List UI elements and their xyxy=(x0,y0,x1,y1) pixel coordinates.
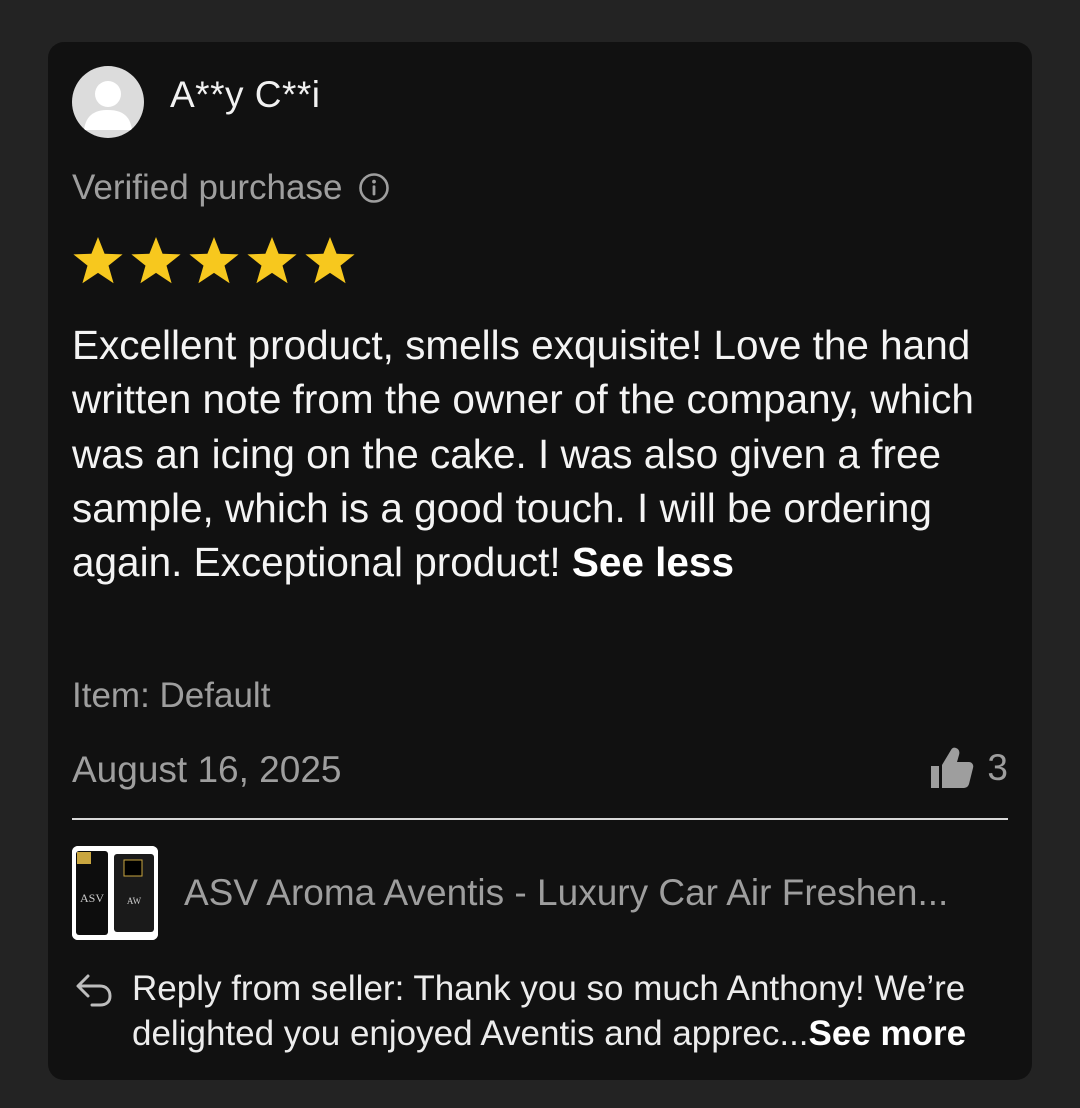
product-image-brand-small: AW xyxy=(127,896,142,906)
default-user-avatar-icon xyxy=(84,81,132,130)
review-body-text: Excellent product, smells exquisite! Lov… xyxy=(72,322,974,586)
product-image-brand: ASV xyxy=(80,891,104,905)
see-less-link[interactable]: See less xyxy=(572,539,734,585)
reviewer-name: A**y C**i xyxy=(170,74,321,115)
product-thumbnail[interactable]: ASV AW xyxy=(72,846,158,940)
product-image: ASV AW xyxy=(72,846,158,940)
star-icon xyxy=(73,237,123,284)
star-icon xyxy=(189,237,239,284)
star-icon xyxy=(247,237,297,284)
thumbs-up-icon xyxy=(931,747,974,788)
review-card: A**y C**i Verified purchase Excellent pr… xyxy=(48,42,1032,1080)
helpful-button[interactable]: 3 xyxy=(929,746,1008,790)
reply-arrow-icon xyxy=(76,974,112,1007)
verified-purchase[interactable]: Verified purchase xyxy=(72,166,390,210)
review-body: Excellent product, smells exquisite! Lov… xyxy=(72,318,1017,589)
star-icon xyxy=(131,237,181,284)
verified-purchase-label: Verified purchase xyxy=(72,168,343,207)
star-rating xyxy=(70,234,358,288)
info-circle-icon[interactable] xyxy=(358,172,390,204)
product-title-link[interactable]: ASV Aroma Aventis - Luxury Car Air Fresh… xyxy=(184,870,1004,916)
star-icon xyxy=(305,237,355,284)
avatar xyxy=(72,66,144,138)
seller-reply: Reply from seller: Thank you so much Ant… xyxy=(132,966,1012,1056)
review-date: August 16, 2025 xyxy=(72,749,342,790)
item-variant: Item: Default xyxy=(72,676,271,715)
divider xyxy=(72,818,1008,820)
helpful-count: 3 xyxy=(987,747,1008,788)
see-more-link[interactable]: See more xyxy=(809,1014,967,1053)
